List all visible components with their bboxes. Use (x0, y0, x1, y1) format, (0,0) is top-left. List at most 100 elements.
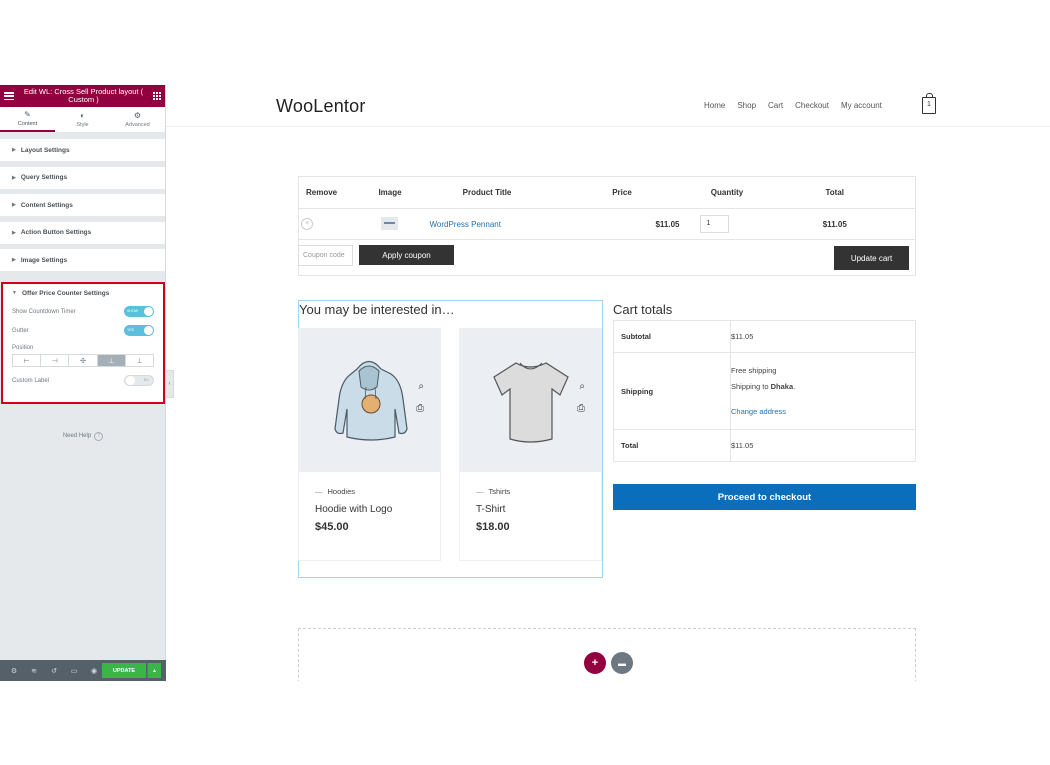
hoodie-image (334, 360, 408, 441)
quick-view-icon[interactable]: ⌕ (579, 381, 585, 392)
product-card[interactable]: ⌕ ⎙ Tshirts T-Shirt $18.00 (459, 328, 602, 561)
product-card[interactable]: ⌕ ⎙ Hoodies Hoodie with Logo $45.00 (298, 328, 441, 561)
need-help-label: Need Help (62, 433, 92, 439)
section-content-settings[interactable]: ▶ Content Settings (0, 194, 165, 216)
custom-label-toggle[interactable]: NO (124, 375, 154, 386)
show-countdown-toggle[interactable]: SHOW (124, 306, 154, 317)
nav-my-account[interactable]: My account (841, 101, 882, 110)
add-to-cart-icon[interactable]: ⎙ (416, 403, 424, 414)
table-row: Total $11.05 (613, 429, 916, 462)
toggle-state: YES (127, 327, 135, 332)
preview-eye-icon[interactable]: ◉ (84, 667, 104, 675)
section-label: Action Button Settings (20, 229, 92, 236)
align-bottom-icon[interactable]: ⊥ (97, 355, 126, 366)
align-base-icon[interactable]: ⊥ (126, 355, 153, 366)
page-bottom-blank (166, 681, 1050, 765)
product-name[interactable]: Hoodie with Logo (315, 504, 392, 515)
proceed-to-checkout-button[interactable]: Proceed to checkout (613, 484, 916, 510)
section-label: Image Settings (20, 256, 68, 264)
nav-cart[interactable]: Cart (768, 101, 783, 110)
product-total: $11.05 (754, 208, 916, 240)
tab-style-label: Style (76, 121, 89, 128)
panel-header: Edit WL: Cross Sell Product layout ( Cus… (0, 85, 165, 107)
history-icon[interactable]: ↺ (44, 667, 64, 675)
section-header[interactable]: ▼ Offer Price Counter Settings (3, 284, 163, 302)
caret-right-icon: ▶ (12, 147, 16, 153)
table-row: Shipping Free shipping Shipping to Dhaka… (613, 352, 916, 430)
col-title: Product Title (429, 176, 545, 209)
product-category[interactable]: Hoodies (315, 487, 356, 496)
position-choices: ⊢ ⊣ ✣ ⊥ ⊥ (12, 354, 154, 367)
total-value: $11.05 (730, 429, 916, 462)
quick-view-icon[interactable]: ⌕ (418, 381, 424, 392)
custom-label-control: Custom Label NO (3, 371, 163, 390)
update-options-icon[interactable]: ▲ (147, 663, 161, 678)
remove-item-icon[interactable]: × (301, 218, 313, 230)
pencil-icon: ✎ (24, 109, 31, 119)
cart-totals-table: Subtotal $11.05 Shipping Free shipping S… (613, 320, 916, 462)
editor-panel: Edit WL: Cross Sell Product layout ( Cus… (0, 85, 166, 681)
tab-style[interactable]: ◐ Style (55, 107, 110, 132)
section-layout-settings[interactable]: ▶ Layout Settings (0, 139, 165, 161)
product-price: $18.00 (476, 521, 510, 533)
nav-home[interactable]: Home (704, 101, 725, 110)
update-button[interactable]: UPDATE (102, 663, 146, 678)
section-image-settings[interactable]: ▶ Image Settings (0, 249, 165, 271)
col-image: Image (350, 176, 430, 209)
product-image[interactable]: ⌕ ⎙ (460, 329, 601, 472)
product-price: $11.05 (544, 208, 700, 240)
nav-shop[interactable]: Shop (737, 101, 756, 110)
main-nav: Home Shop Cart Checkout My account (704, 101, 882, 110)
cart-bag-icon[interactable]: 1 (922, 93, 936, 114)
widgets-grid-icon[interactable] (153, 92, 161, 100)
quantity-input[interactable]: 1 (699, 215, 729, 233)
section-label: Content Settings (20, 201, 73, 209)
site-logo[interactable]: WooLentor (276, 96, 366, 117)
apply-coupon-button[interactable]: Apply coupon (359, 245, 454, 265)
menu-icon[interactable] (4, 92, 14, 100)
subtotal-value: $11.05 (730, 320, 916, 353)
toggle-knob (144, 307, 153, 316)
responsive-icon[interactable]: ▭ (64, 667, 84, 675)
template-library-folder-icon[interactable]: ▬ (611, 652, 633, 674)
toggle-knob (126, 376, 135, 385)
col-remove: Remove (298, 176, 351, 209)
shipping-method: Free shipping (731, 366, 777, 375)
nav-checkout[interactable]: Checkout (795, 101, 829, 110)
gear-icon: ⚙ (133, 110, 142, 120)
product-category[interactable]: Tshirts (476, 487, 511, 496)
shipping-to-suffix: . (793, 382, 796, 391)
toggle-knob (144, 326, 153, 335)
col-quantity: Quantity (699, 176, 755, 209)
settings-icon[interactable]: ⚙ (4, 667, 24, 675)
align-right-icon[interactable]: ⊣ (41, 355, 70, 366)
product-thumbnail[interactable] (380, 216, 398, 230)
section-label: Layout Settings (20, 146, 70, 154)
gutter-toggle[interactable]: YES (124, 325, 154, 336)
coupon-code-input[interactable]: Coupon code (298, 245, 353, 266)
section-action-button-settings[interactable]: ▶ Action Button Settings (0, 221, 165, 244)
add-to-cart-icon[interactable]: ⎙ (577, 403, 585, 414)
col-total: Total (754, 176, 916, 209)
need-help-link[interactable]: Need Help? (0, 432, 166, 441)
align-middle-icon[interactable]: ✣ (69, 355, 98, 366)
navigator-icon[interactable]: ≋ (24, 667, 44, 675)
contrast-icon: ◐ (80, 110, 85, 120)
section-offer-price-counter: ▼ Offer Price Counter Settings Show Count… (1, 282, 165, 404)
table-header-row: Remove Image Product Title Price Quantit… (298, 176, 916, 209)
change-address-link[interactable]: Change address (731, 407, 915, 416)
tab-advanced[interactable]: ⚙ Advanced (110, 107, 165, 132)
section-query-settings[interactable]: ▶ Query Settings (0, 166, 165, 189)
product-image[interactable]: ⌕ ⎙ (299, 329, 440, 472)
product-name[interactable]: T-Shirt (476, 504, 505, 515)
align-left-icon[interactable]: ⊢ (13, 355, 42, 366)
cart-table: Remove Image Product Title Price Quantit… (298, 176, 916, 240)
update-cart-button[interactable]: Update cart (834, 246, 909, 270)
panel-tabs: ✎ Content ◐ Style ⚙ Advanced (0, 107, 165, 133)
section-label: Offer Price Counter Settings (21, 289, 110, 297)
tab-content[interactable]: ✎ Content (0, 107, 55, 132)
add-section-plus-icon[interactable]: + (584, 652, 606, 674)
shipping-to-prefix: Shipping to (731, 382, 771, 391)
collapse-panel-icon[interactable]: ‹ (166, 370, 174, 398)
product-title-link[interactable]: WordPress Pennant (430, 220, 501, 229)
